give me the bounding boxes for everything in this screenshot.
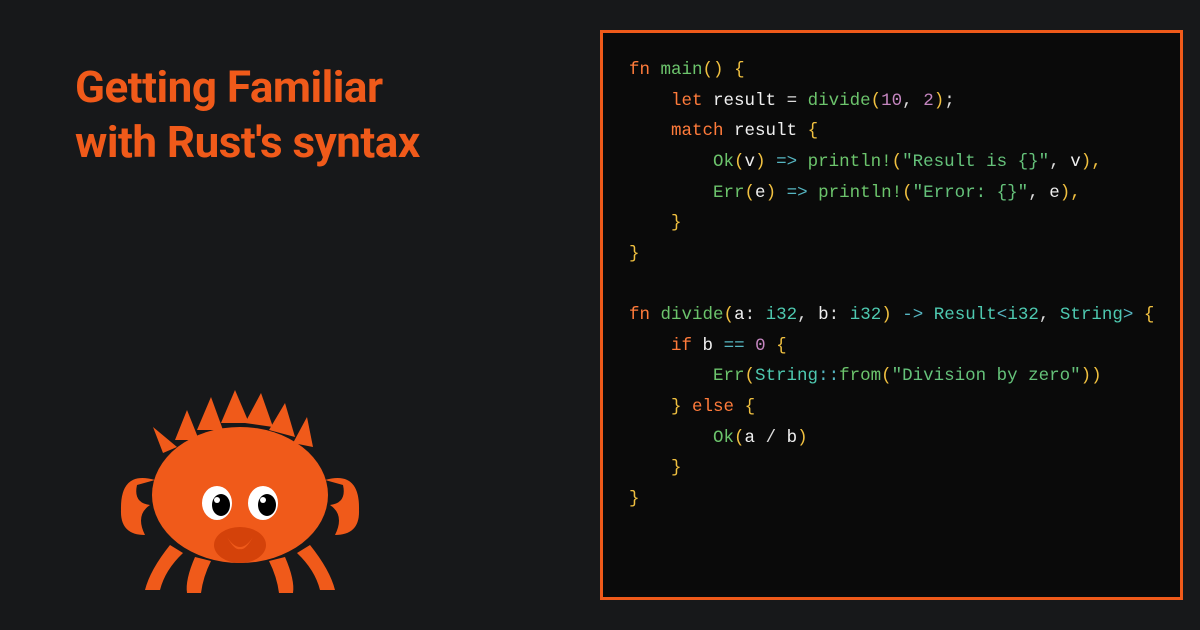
- err-variant: Err: [713, 366, 745, 386]
- kw-let: let: [671, 91, 703, 111]
- comma: ,: [1039, 305, 1050, 325]
- parens: (): [703, 60, 724, 80]
- kw-if: if: [671, 336, 692, 356]
- eq-eq: ==: [724, 336, 745, 356]
- fn-from: from: [839, 366, 881, 386]
- type-result: Result: [934, 305, 997, 325]
- path-sep: ::: [818, 366, 839, 386]
- brace: }: [671, 458, 682, 478]
- ok-variant: Ok: [713, 428, 734, 448]
- title-line-1: Getting Familiar: [75, 61, 383, 113]
- brace: {: [808, 121, 819, 141]
- paren: (: [724, 305, 735, 325]
- paren: ): [881, 305, 892, 325]
- var-e: e: [1049, 183, 1060, 203]
- param-a: a: [734, 305, 745, 325]
- page: Getting Familiar with Rust's syntax: [0, 0, 1200, 630]
- brace: {: [734, 60, 745, 80]
- eq: =: [787, 91, 798, 111]
- type-string: String: [755, 366, 818, 386]
- colon: :: [745, 305, 756, 325]
- paren: (: [902, 183, 913, 203]
- fat-arrow: =>: [776, 152, 797, 172]
- param-b: b: [818, 305, 829, 325]
- ferris-crab-icon: [115, 385, 365, 595]
- str-error: "Error: {}": [913, 183, 1029, 203]
- type-string: String: [1060, 305, 1123, 325]
- paren: (: [734, 428, 745, 448]
- var-b: b: [787, 428, 798, 448]
- brace: }: [671, 397, 682, 417]
- paren: (: [871, 91, 882, 111]
- type-i32: i32: [766, 305, 798, 325]
- str-divzero: "Division by zero": [892, 366, 1081, 386]
- kw-match: match: [671, 121, 724, 141]
- paren: (: [892, 152, 903, 172]
- ok-variant: Ok: [713, 152, 734, 172]
- parens: )): [1081, 366, 1102, 386]
- paren: ): [755, 152, 766, 172]
- arrow: ->: [902, 305, 923, 325]
- paren: (: [745, 183, 756, 203]
- fat-arrow: =>: [787, 183, 808, 203]
- angle: <: [997, 305, 1008, 325]
- comma: ,: [1049, 152, 1060, 172]
- var-e: e: [755, 183, 766, 203]
- paren-comma: ),: [1081, 152, 1102, 172]
- var-b: b: [703, 336, 714, 356]
- brace: }: [629, 244, 640, 264]
- num-10: 10: [881, 91, 902, 111]
- var-result: result: [713, 91, 776, 111]
- comma: ,: [902, 91, 913, 111]
- comma: ,: [1028, 183, 1039, 203]
- brace: {: [745, 397, 756, 417]
- angle: >: [1123, 305, 1134, 325]
- num-0: 0: [755, 336, 766, 356]
- kw-fn: fn: [629, 60, 650, 80]
- code-snippet: fn main() { let result = divide(10, 2); …: [600, 30, 1183, 600]
- left-panel: Getting Familiar with Rust's syntax: [0, 0, 600, 630]
- brace: {: [776, 336, 787, 356]
- macro-println: println!: [818, 183, 902, 203]
- colon: :: [829, 305, 840, 325]
- fn-divide-call: divide: [808, 91, 871, 111]
- brace: }: [671, 213, 682, 233]
- var-result: result: [734, 121, 797, 141]
- paren: (: [881, 366, 892, 386]
- macro-println: println!: [808, 152, 892, 172]
- op-div: /: [766, 428, 777, 448]
- str-result: "Result is {}": [902, 152, 1049, 172]
- brace: }: [629, 489, 640, 509]
- num-2: 2: [923, 91, 934, 111]
- fn-main: main: [661, 60, 703, 80]
- comma: ,: [797, 305, 808, 325]
- title-line-2: with Rust's syntax: [75, 116, 420, 168]
- paren: (: [734, 152, 745, 172]
- var-v: v: [1070, 152, 1081, 172]
- var-a: a: [745, 428, 756, 448]
- paren: ): [934, 91, 945, 111]
- paren-comma: ),: [1060, 183, 1081, 203]
- var-v: v: [745, 152, 756, 172]
- type-i32: i32: [850, 305, 882, 325]
- brace: {: [1144, 305, 1155, 325]
- paren: (: [745, 366, 756, 386]
- semicolon: ;: [944, 91, 955, 111]
- kw-else: else: [692, 397, 734, 417]
- type-i32: i32: [1007, 305, 1039, 325]
- err-variant: Err: [713, 183, 745, 203]
- right-panel: fn main() { let result = divide(10, 2); …: [600, 0, 1200, 630]
- paren: ): [766, 183, 777, 203]
- kw-fn: fn: [629, 305, 650, 325]
- page-title: Getting Familiar with Rust's syntax: [75, 60, 560, 170]
- fn-divide: divide: [661, 305, 724, 325]
- paren: ): [797, 428, 808, 448]
